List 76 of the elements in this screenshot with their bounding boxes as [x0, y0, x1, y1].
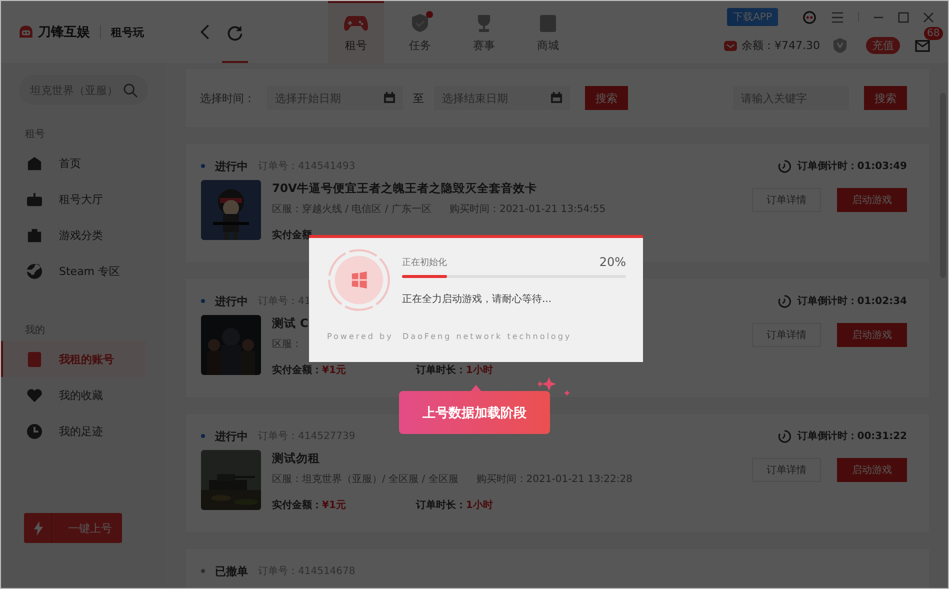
close-icon[interactable]: [923, 12, 934, 22]
heart-icon: [27, 388, 42, 402]
bag-icon: [27, 228, 42, 242]
steam-icon: [27, 264, 42, 278]
countdown-text: 订单倒计时：01:03:49: [797, 160, 907, 173]
nav-tab[interactable]: 租号: [328, 1, 384, 63]
order-title: 测试 C: [272, 316, 310, 331]
controller-icon: [27, 192, 42, 206]
launch-game-button[interactable]: 启动游戏: [837, 323, 907, 347]
order-status: 进行中: [215, 294, 248, 308]
countdown-text: 订单倒计时：00:31:22: [797, 430, 907, 443]
menu-icon[interactable]: [831, 12, 844, 22]
download-app-button[interactable]: 下载APP: [727, 8, 778, 26]
range-separator: 至: [413, 90, 424, 106]
order-duration: 订单时长：1小时: [416, 498, 493, 512]
nav-tab[interactable]: 赛事: [456, 1, 512, 63]
sidebar-item[interactable]: 首页: [1, 145, 166, 181]
calendar-icon[interactable]: [384, 92, 395, 103]
balance-text: 余额：¥747.30: [742, 38, 820, 52]
nav-tab[interactable]: 任务: [392, 1, 448, 63]
brand-name: 刀锋互娱: [38, 24, 90, 41]
launch-game-button[interactable]: 启动游戏: [837, 188, 907, 212]
sub-brand-name: 租号玩: [111, 24, 144, 40]
sidebar-item[interactable]: 我的收藏: [1, 377, 166, 413]
progress-percent: 20%: [599, 254, 626, 268]
nav-tab[interactable]: 商城: [520, 1, 576, 63]
order-duration: 订单时长：1小时: [416, 364, 493, 377]
search-icon[interactable]: [123, 83, 138, 98]
unread-count-badge: 68: [924, 26, 943, 40]
document-icon: [27, 352, 42, 366]
order-status: 已撤单: [215, 564, 248, 578]
sidebar-item[interactable]: 我的足迹: [1, 413, 166, 449]
refresh-icon: [226, 23, 244, 41]
windows-logo-icon: [327, 248, 391, 312]
recharge-button[interactable]: 充值: [866, 36, 900, 54]
order-details-button[interactable]: 订单详情: [752, 188, 821, 212]
status-dot: [201, 434, 205, 438]
loading-message: 正在全力启动游戏，请耐心等待...: [402, 292, 553, 306]
home-icon: [27, 156, 42, 170]
mail-icon[interactable]: [915, 38, 930, 52]
order-status: 进行中: [215, 428, 248, 444]
clock-icon: [27, 424, 42, 438]
powered-by-text: Powered by DaoFeng network technology: [327, 332, 573, 341]
logo-icon: [18, 24, 34, 40]
order-status: 进行中: [215, 158, 248, 174]
maximize-icon[interactable]: [898, 12, 909, 22]
status-dot: [201, 569, 205, 573]
wallet-icon: [724, 40, 736, 50]
timer-icon: [778, 294, 792, 308]
paid-amount: 实付金额：¥1元: [272, 498, 346, 512]
filter-label: 选择时间：: [200, 90, 255, 106]
sidebar-item[interactable]: Steam 专区: [1, 253, 166, 289]
order-title: 测试勿租: [272, 451, 321, 466]
launch-game-button[interactable]: 启动游戏: [837, 458, 907, 482]
timer-icon: [778, 430, 792, 442]
status-dot: [201, 299, 205, 303]
loading-status: 正在初始化: [402, 256, 447, 268]
paid-amount: 实付金额：¥1元: [272, 363, 346, 377]
gamepad-icon: [344, 13, 368, 33]
countdown-text: 订单倒计时：01:02:34: [797, 294, 907, 308]
order-details-button[interactable]: 订单详情: [752, 458, 821, 482]
status-dot: [201, 164, 205, 168]
quick-login-button[interactable]: 一键上号: [24, 513, 122, 543]
sidebar-item[interactable]: 租号大厅: [1, 181, 166, 217]
stage-tooltip: 上号数据加载阶段: [399, 391, 550, 434]
vip-shield-icon[interactable]: [833, 38, 847, 52]
chat-icon[interactable]: [802, 10, 817, 24]
order-details-button[interactable]: 订单详情: [752, 323, 821, 347]
sidebar-item[interactable]: 我租的账号: [1, 341, 146, 377]
calendar-icon[interactable]: [551, 92, 562, 103]
timer-icon: [778, 160, 792, 172]
sidebar-item[interactable]: 游戏分类: [1, 217, 166, 253]
order-title: 70V牛逼号便宜王者之魄王者之隐毁灭全套音效卡: [272, 181, 538, 196]
search-button[interactable]: 搜索: [864, 86, 907, 110]
lightning-icon: [34, 520, 43, 536]
search-button[interactable]: 搜索: [585, 86, 628, 110]
